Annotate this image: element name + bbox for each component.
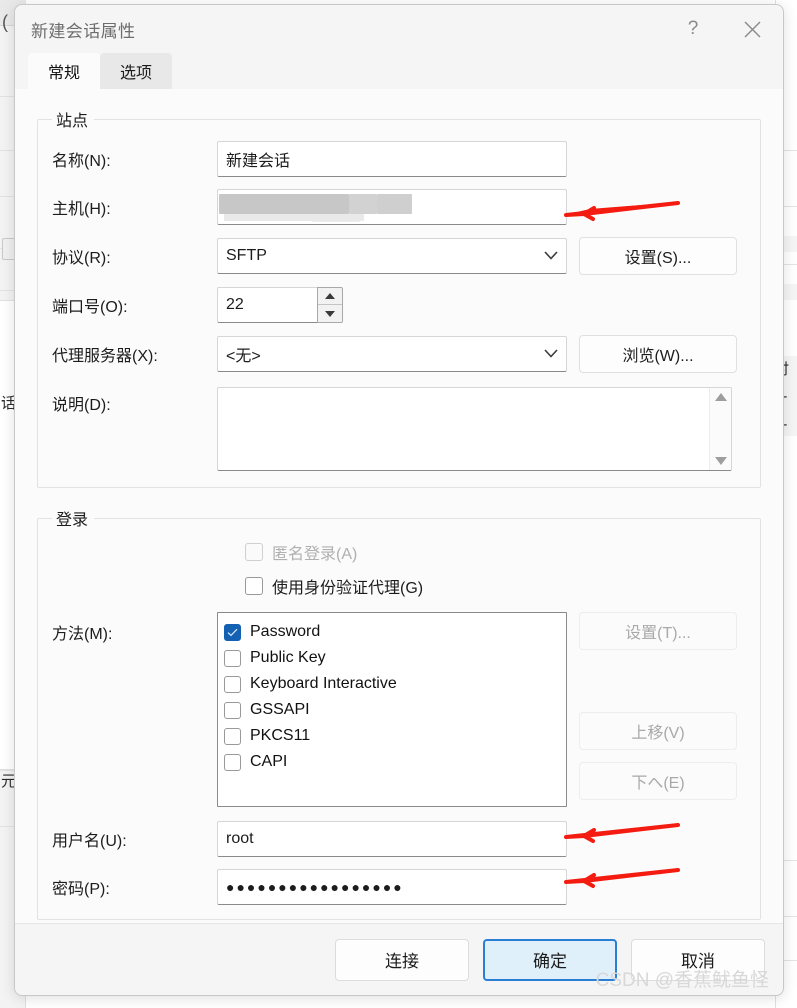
protocol-select[interactable]: SFTP [217, 238, 567, 274]
method-item-password[interactable]: Password [224, 619, 560, 645]
field-row-protocol: 协议(R): SFTP 设置(S)... [52, 237, 746, 275]
stepper-down-icon[interactable] [318, 305, 342, 322]
help-glyph: ? [687, 18, 699, 39]
new-session-properties-dialog: 新建会话属性 ? 常规 选项 站点 名称(N): 新建会话 主机(H): 协议(… [14, 4, 784, 996]
field-row-method: 方法(M): Password Public Key Keyboard Inte… [52, 612, 746, 807]
password-label: 密码(P): [52, 881, 110, 898]
method-item-label: Public Key [250, 649, 326, 666]
site-group-legend: 站点 [56, 113, 89, 130]
proxy-browse-button[interactable]: 浏览(W)... [579, 335, 737, 373]
use-auth-agent-label: 使用身份验证代理(G) [272, 580, 424, 597]
anonymous-login-checkbox [245, 543, 263, 561]
host-input[interactable] [217, 189, 567, 225]
checkbox-icon[interactable] [224, 649, 241, 667]
login-group: 登录 匿名登录(A) 使用身份验证代理(G) 方法(M): Password P… [37, 506, 761, 920]
method-label: 方法(M): [52, 626, 113, 643]
description-textarea[interactable] [217, 387, 732, 471]
host-redaction-block [349, 194, 377, 214]
name-input[interactable]: 新建会话 [217, 141, 567, 177]
proxy-select[interactable]: <无> [217, 336, 567, 372]
tab-options[interactable]: 选项 [100, 53, 172, 89]
method-item-label: CAPI [250, 753, 288, 770]
scroll-down-icon[interactable] [714, 457, 727, 465]
dialog-footer: 连接 确定 取消 CSDN @香蕉鱿鱼怪 [15, 923, 783, 995]
proxy-value: <无> [226, 348, 261, 365]
stepper-up-icon[interactable] [318, 288, 342, 305]
checkbox-icon[interactable] [224, 701, 241, 719]
site-group: 站点 名称(N): 新建会话 主机(H): 协议(R): SFTP 设置(S).… [37, 107, 761, 488]
host-redaction-block [377, 194, 412, 214]
tab-general[interactable]: 常规 [28, 53, 100, 89]
username-input[interactable]: root [217, 821, 567, 857]
method-button-column: 设置(T)... 上移(V) 下へ(E) [579, 612, 737, 800]
method-item-label: PKCS11 [250, 727, 311, 744]
chevron-down-icon [544, 345, 558, 363]
auth-method-listbox[interactable]: Password Public Key Keyboard Interactive… [217, 612, 567, 807]
method-item-keyboard-interactive[interactable]: Keyboard Interactive [224, 671, 560, 697]
connect-button[interactable]: 连接 [335, 938, 469, 981]
password-input[interactable]: ●●●●●●●●●●●●●●●●● [217, 869, 567, 905]
method-move-down-button[interactable]: 下へ(E) [579, 762, 737, 800]
dialog-titlebar[interactable]: 新建会话属性 ? [15, 5, 783, 53]
name-label: 名称(N): [52, 153, 111, 170]
proxy-label: 代理服务器(X): [52, 348, 158, 365]
checkbox-icon[interactable] [224, 675, 241, 693]
close-icon[interactable] [721, 5, 783, 53]
method-settings-button[interactable]: 设置(T)... [579, 612, 737, 650]
method-item-label: Password [250, 623, 321, 640]
use-auth-agent-row[interactable]: 使用身份验证代理(G) [245, 574, 746, 598]
field-row-name: 名称(N): 新建会话 [52, 141, 746, 177]
username-label: 用户名(U): [52, 833, 127, 850]
anonymous-login-row[interactable]: 匿名登录(A) [245, 540, 746, 564]
field-row-username: 用户名(U): root [52, 821, 746, 857]
anonymous-login-label: 匿名登录(A) [272, 546, 358, 563]
port-input[interactable]: 22 [217, 287, 317, 323]
checkbox-checked-icon[interactable] [224, 623, 241, 641]
use-auth-agent-checkbox[interactable] [245, 577, 263, 595]
host-redaction-block [224, 214, 364, 221]
description-text[interactable] [218, 388, 709, 470]
window-buttons: ? [665, 5, 783, 53]
dialog-content: 站点 名称(N): 新建会话 主机(H): 协议(R): SFTP 设置(S).… [15, 89, 783, 923]
cancel-button[interactable]: 取消 [631, 938, 765, 981]
method-item-label: Keyboard Interactive [250, 675, 397, 692]
help-icon[interactable]: ? [665, 5, 721, 53]
ok-button[interactable]: 确定 [483, 938, 617, 981]
protocol-value: SFTP [226, 247, 267, 264]
host-redaction-block [219, 194, 349, 214]
checkbox-icon[interactable] [224, 727, 241, 745]
dialog-title: 新建会话属性 [31, 21, 136, 41]
chevron-down-icon [544, 247, 558, 265]
method-item-capi[interactable]: CAPI [224, 749, 560, 775]
tabstrip: 常规 选项 [15, 53, 783, 89]
description-label: 说明(D): [52, 397, 111, 414]
method-item-public-key[interactable]: Public Key [224, 645, 560, 671]
method-item-gssapi[interactable]: GSSAPI [224, 697, 560, 723]
port-label: 端口号(O): [52, 299, 128, 316]
host-label: 主机(H): [52, 201, 111, 218]
port-stepper[interactable] [317, 287, 343, 323]
method-item-pkcs11[interactable]: PKCS11 [224, 723, 560, 749]
field-row-port: 端口号(O): 22 [52, 287, 746, 323]
login-group-legend: 登录 [56, 512, 89, 529]
protocol-settings-button[interactable]: 设置(S)... [579, 237, 737, 275]
scroll-up-icon[interactable] [714, 393, 727, 401]
field-row-host: 主机(H): [52, 189, 746, 225]
field-row-description: 说明(D): [52, 387, 746, 471]
description-scrollbar[interactable] [709, 388, 731, 470]
checkbox-icon[interactable] [224, 753, 241, 771]
field-row-password: 密码(P): ●●●●●●●●●●●●●●●●● [52, 869, 746, 905]
protocol-label: 协议(R): [52, 250, 111, 267]
field-row-proxy: 代理服务器(X): <无> 浏览(W)... [52, 335, 746, 373]
method-move-up-button[interactable]: 上移(V) [579, 712, 737, 750]
method-item-label: GSSAPI [250, 701, 310, 718]
